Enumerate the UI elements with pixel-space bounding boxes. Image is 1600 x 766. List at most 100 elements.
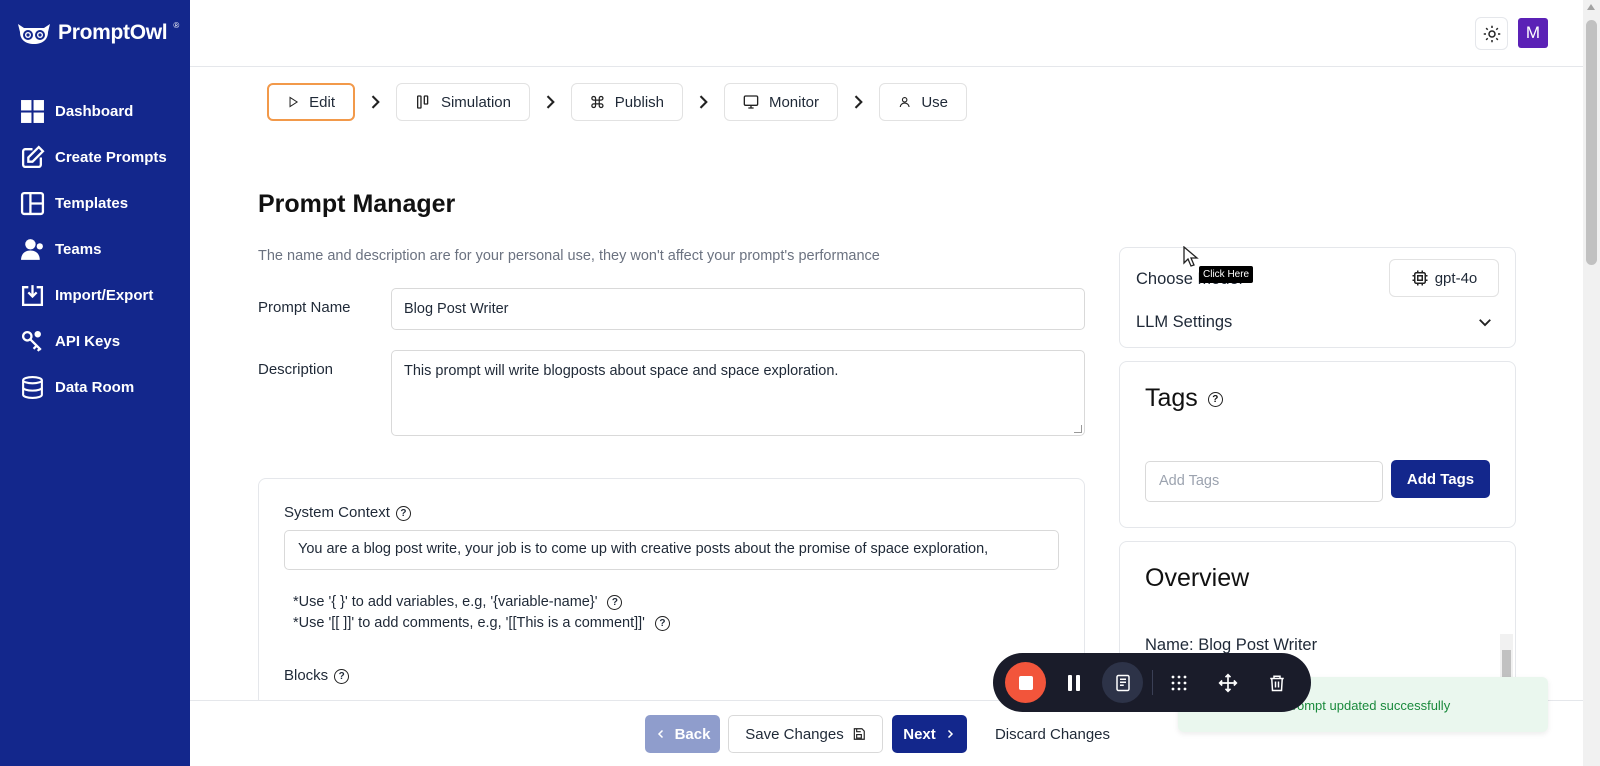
chip-icon	[1412, 270, 1428, 286]
delete-button[interactable]	[1256, 662, 1297, 703]
toast-text: Prompt updated successfully	[1284, 698, 1451, 713]
sidebar-item-label: Dashboard	[55, 102, 134, 120]
move-icon	[1217, 672, 1238, 693]
key-icon	[21, 330, 42, 352]
model-value: gpt-4o	[1434, 269, 1478, 287]
llm-settings-label[interactable]: LLM Settings	[1136, 313, 1232, 332]
stop-recording-button[interactable]	[1005, 662, 1046, 703]
sidebar-item-label: Teams	[55, 240, 102, 258]
step-label: Edit	[309, 93, 335, 111]
overview-name-value: Blog Post Writer	[1198, 636, 1318, 654]
sidebar-item-api-keys[interactable]: API Keys	[0, 318, 190, 364]
users-icon	[21, 238, 43, 260]
trash-icon	[1269, 675, 1284, 691]
chevron-left-icon	[657, 729, 663, 739]
theme-toggle-button[interactable]	[1475, 17, 1508, 50]
prompt-name-input[interactable]: Blog Post Writer	[391, 288, 1085, 330]
back-label: Back	[674, 725, 711, 743]
layout-icon	[20, 191, 45, 215]
scroll-up-icon[interactable]	[1587, 4, 1595, 10]
blocks-label: Blocks?	[284, 667, 350, 684]
chevron-right-icon	[947, 729, 953, 739]
help-icon[interactable]: ?	[607, 594, 623, 610]
overview-scrollbar[interactable]	[1500, 634, 1513, 682]
help-icon[interactable]: ?	[1207, 391, 1223, 407]
pause-button[interactable]	[1053, 662, 1094, 703]
comments-note-text: *Use '[[ ]]' to add comments, e.g, '[[Th…	[293, 615, 645, 631]
notes-button[interactable]	[1102, 662, 1143, 703]
tooltip: Click Here	[1199, 266, 1254, 283]
save-changes-button[interactable]: Save Changes	[728, 715, 883, 753]
step-label: Simulation	[440, 93, 511, 111]
step-monitor[interactable]: Monitor	[724, 83, 838, 121]
system-context-label-text: System Context	[284, 504, 390, 521]
prompt-name-label: Prompt Name	[258, 299, 351, 316]
chevron-down-icon[interactable]	[1476, 313, 1494, 331]
tags-title: Tags?	[1145, 384, 1223, 413]
save-icon	[853, 728, 865, 740]
sidebar-item-dashboard[interactable]: Dashboard	[0, 88, 190, 134]
model-select-button[interactable]: gpt-4o	[1389, 259, 1499, 297]
description-text: This prompt will write blogposts about s…	[404, 363, 839, 379]
discard-changes-button[interactable]: Discard Changes	[985, 715, 1120, 753]
sidebar-item-create-prompts[interactable]: Create Prompts	[0, 134, 190, 180]
step-publish[interactable]: Publish	[571, 83, 683, 121]
database-icon	[22, 375, 43, 399]
scroll-thumb[interactable]	[1586, 20, 1597, 265]
grip-handle[interactable]	[1158, 662, 1199, 703]
help-icon[interactable]: ?	[334, 668, 350, 684]
sidebar-item-label: Data Room	[55, 378, 135, 396]
overview-name-label: Name:	[1145, 636, 1194, 654]
notes-icon	[1115, 674, 1130, 691]
back-button[interactable]: Back	[645, 715, 720, 753]
help-icon[interactable]: ?	[654, 615, 670, 631]
columns-icon	[416, 95, 429, 109]
step-label: Use	[921, 93, 948, 111]
owl-logo-icon	[18, 24, 50, 44]
next-button[interactable]: Next	[892, 715, 967, 753]
sidebar-nav: Dashboard Create Prompts Templates Teams…	[0, 88, 190, 410]
overview-scroll-thumb[interactable]	[1502, 650, 1511, 680]
mouse-cursor-icon	[1183, 246, 1199, 267]
system-context-input[interactable]: You are a blog post write, your job is t…	[284, 530, 1059, 570]
move-button[interactable]	[1207, 662, 1248, 703]
grip-icon	[1171, 675, 1186, 690]
chevron-right-icon	[854, 95, 863, 109]
sidebar-item-templates[interactable]: Templates	[0, 180, 190, 226]
comments-note: *Use '[[ ]]' to add comments, e.g, '[[Th…	[293, 615, 670, 631]
user-avatar[interactable]: M	[1518, 18, 1548, 48]
step-edit[interactable]: Edit	[267, 83, 355, 121]
user-icon	[899, 97, 910, 108]
brand-logo[interactable]: PromptOwl ®	[16, 20, 179, 46]
step-use[interactable]: Use	[879, 83, 967, 121]
sidebar-item-teams[interactable]: Teams	[0, 226, 190, 272]
sidebar-item-label: Templates	[55, 194, 129, 212]
add-tags-button[interactable]: Add Tags	[1391, 460, 1490, 498]
monitor-icon	[743, 95, 759, 109]
recording-toolbar	[993, 653, 1311, 712]
top-bar	[190, 0, 1583, 67]
chevron-right-icon	[546, 95, 555, 109]
resize-handle-icon[interactable]	[1074, 425, 1082, 433]
play-icon	[289, 96, 299, 108]
chevron-right-icon	[699, 95, 708, 109]
tags-title-text: Tags	[1145, 384, 1198, 412]
sidebar: PromptOwl ® Dashboard Create Prompts Temp…	[0, 0, 190, 766]
variables-note-text: *Use '{ }' to add variables, e.g, '{vari…	[293, 594, 598, 610]
sidebar-item-label: API Keys	[55, 332, 121, 350]
sun-icon	[1483, 25, 1500, 42]
page-scrollbar[interactable]	[1583, 0, 1600, 766]
next-label: Next	[903, 725, 936, 743]
sidebar-item-label: Create Prompts	[55, 148, 167, 166]
sidebar-item-import-export[interactable]: Import/Export	[0, 272, 190, 318]
grid-icon	[21, 99, 44, 123]
brand-name: PromptOwl	[58, 21, 168, 44]
description-textarea[interactable]: This prompt will write blogposts about s…	[391, 350, 1085, 436]
system-context-label: System Context?	[284, 504, 411, 521]
step-simulation[interactable]: Simulation	[396, 83, 530, 121]
help-icon[interactable]: ?	[395, 505, 411, 521]
variables-note: *Use '{ }' to add variables, e.g, '{vari…	[293, 594, 623, 610]
brand-reg: ®	[173, 20, 180, 30]
sidebar-item-data-room[interactable]: Data Room	[0, 364, 190, 410]
tags-input[interactable]: Add Tags	[1145, 461, 1383, 502]
